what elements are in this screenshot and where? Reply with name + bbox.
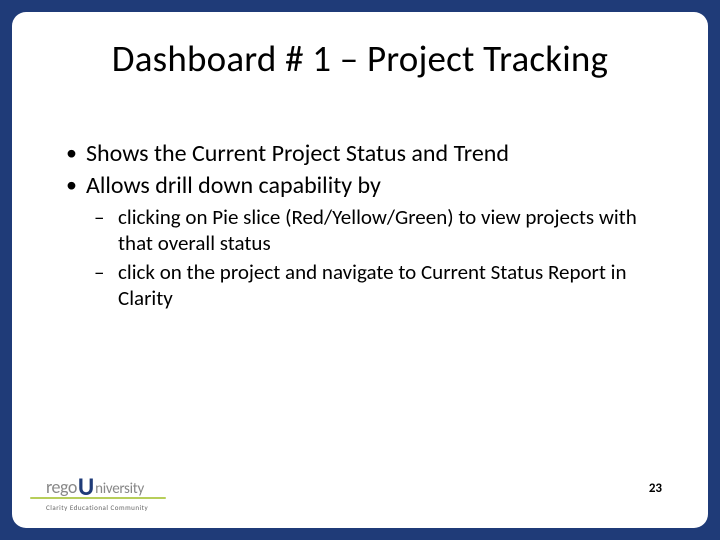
logo-text-niversity: niversity: [95, 480, 144, 498]
sub-bullet-item: clicking on Pie slice (Red/Yellow/Green)…: [86, 205, 670, 256]
tagline: Clarity Educational Community: [46, 503, 148, 512]
page-number: 23: [649, 481, 662, 496]
bullet-item: Allows drill down capability by clicking…: [64, 171, 670, 311]
logo-underline: [30, 497, 166, 499]
bullet-text: Shows the Current Project Status and Tre…: [86, 139, 509, 168]
logo-u-mark: U: [78, 475, 94, 498]
bullet-text: Allows drill down capability by: [86, 171, 381, 200]
logo: rego U niversity: [46, 475, 144, 498]
logo-text-rego: rego: [46, 476, 77, 498]
slide-footer: rego U niversity Clarity Educational Com…: [40, 462, 680, 520]
slide-content: Shows the Current Project Status and Tre…: [40, 139, 680, 311]
sub-bullet-item: click on the project and navigate to Cur…: [86, 260, 670, 311]
slide: Dashboard # 1 – Project Tracking Shows t…: [0, 0, 720, 540]
bullet-list: Shows the Current Project Status and Tre…: [64, 139, 670, 311]
bullet-item: Shows the Current Project Status and Tre…: [64, 139, 670, 169]
logo-u-glyph: U: [78, 477, 94, 497]
sub-bullet-list: clicking on Pie slice (Red/Yellow/Green)…: [86, 205, 670, 311]
sub-bullet-text: clicking on Pie slice (Red/Yellow/Green)…: [118, 204, 637, 256]
slide-title: Dashboard # 1 – Project Tracking: [40, 36, 680, 81]
sub-bullet-text: click on the project and navigate to Cur…: [118, 259, 627, 311]
slide-inner: Dashboard # 1 – Project Tracking Shows t…: [12, 12, 708, 528]
